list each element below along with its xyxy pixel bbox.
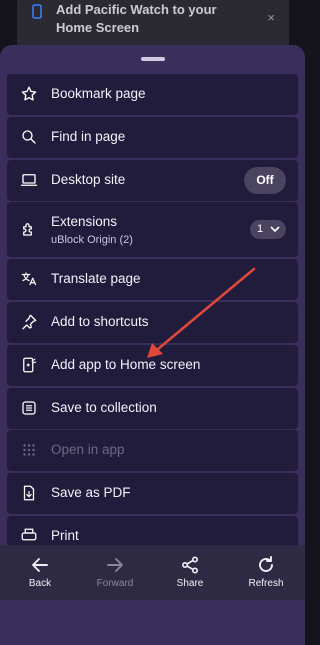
share-label: Share bbox=[176, 578, 204, 589]
menu-item-label: Add app to Home screen bbox=[51, 356, 201, 372]
laptop-icon bbox=[20, 173, 38, 186]
menu-item-save-as-pdf[interactable]: Save as PDF bbox=[7, 473, 298, 515]
refresh-label: Refresh bbox=[248, 578, 284, 589]
print-icon bbox=[21, 528, 37, 541]
menu-item-translate-page[interactable]: Translate page bbox=[7, 259, 298, 301]
add-to-home-banner[interactable]: Add Pacific Watch to your Home Screen × bbox=[17, 0, 289, 50]
menu-item-label: Desktop site bbox=[51, 171, 126, 187]
refresh-icon bbox=[259, 556, 273, 572]
phone-icon bbox=[32, 4, 42, 19]
star-icon bbox=[21, 86, 37, 101]
banner-text: Add Pacific Watch to your Home Screen bbox=[56, 2, 217, 35]
chevron-down-icon bbox=[270, 226, 280, 233]
share-button[interactable]: Share bbox=[155, 545, 225, 600]
share-icon bbox=[181, 556, 199, 574]
extensions-count-badge[interactable]: 1 bbox=[250, 220, 286, 240]
menu-item-label: Save to collection bbox=[51, 399, 157, 415]
pin-icon bbox=[22, 314, 37, 330]
menu-item-label: Find in page bbox=[51, 128, 126, 144]
menu-item-label: Extensions bbox=[51, 214, 118, 230]
menu-item-add-to-shortcuts[interactable]: Add to shortcuts bbox=[7, 301, 298, 343]
arrow-left-icon bbox=[32, 558, 48, 572]
menu-item-extensions[interactable]: Extensions uBlock Origin (2) 1 bbox=[7, 202, 298, 258]
menu-item-open-in-app: Open in app bbox=[7, 430, 298, 472]
back-button[interactable]: Back bbox=[5, 545, 75, 600]
forward-label: Forward bbox=[96, 578, 134, 589]
search-icon bbox=[22, 130, 36, 144]
puzzle-icon bbox=[23, 223, 32, 237]
drag-handle[interactable] bbox=[141, 57, 165, 61]
menu-item-label: Add to shortcuts bbox=[51, 313, 149, 329]
back-label: Back bbox=[28, 578, 52, 589]
menu-list: Bookmark page Find in page Desktop site … bbox=[7, 74, 298, 559]
desktop-site-toggle[interactable]: Off bbox=[244, 166, 286, 194]
menu-item-save-to-collection[interactable]: Save to collection bbox=[7, 387, 298, 429]
bottom-toolbar: Back Forward Share Refresh bbox=[0, 545, 305, 600]
menu-item-label: Open in app bbox=[51, 442, 125, 458]
menu-item-label: Translate page bbox=[51, 271, 141, 287]
add-to-homescreen-icon bbox=[23, 357, 37, 373]
refresh-button[interactable]: Refresh bbox=[231, 545, 301, 600]
menu-item-label: Bookmark page bbox=[51, 86, 146, 101]
extensions-subtitle: uBlock Origin (2) bbox=[51, 234, 133, 247]
translate-icon bbox=[21, 272, 37, 286]
badge-count: 1 bbox=[257, 223, 264, 236]
menu-item-label: Print bbox=[51, 527, 79, 543]
pdf-icon bbox=[23, 485, 35, 501]
open-in-app-icon bbox=[23, 444, 35, 457]
arrow-right-icon bbox=[107, 558, 123, 572]
menu-item-bookmark-page[interactable]: Bookmark page bbox=[7, 74, 298, 115]
forward-button: Forward bbox=[80, 545, 150, 600]
collection-icon bbox=[22, 400, 36, 415]
menu-item-label: Save as PDF bbox=[51, 485, 131, 501]
menu-item-find-in-page[interactable]: Find in page bbox=[7, 116, 298, 158]
menu-item-desktop-site[interactable]: Desktop site Off bbox=[7, 159, 298, 201]
menu-item-add-app-to-home-screen[interactable]: Add app to Home screen bbox=[7, 344, 298, 386]
close-icon[interactable]: × bbox=[267, 10, 275, 25]
